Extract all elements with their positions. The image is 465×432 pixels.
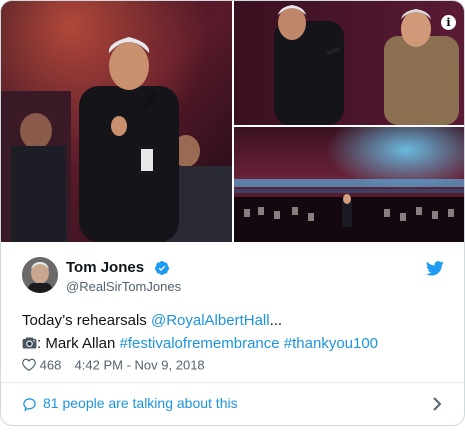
tweet-text: Today’s rehearsals @RoyalAlbertHall... :… <box>22 309 442 355</box>
speech-bubble-icon <box>23 398 36 412</box>
talking-count-label[interactable]: 81 people are talking about this <box>43 395 238 411</box>
tweet-timestamp[interactable]: 4:42 PM - Nov 9, 2018 <box>75 358 205 373</box>
photo-singer-on-stage[interactable] <box>1 1 232 242</box>
divider <box>1 382 464 383</box>
twitter-bird-icon[interactable] <box>426 261 444 276</box>
chevron-right-icon[interactable] <box>432 397 442 411</box>
photo-royal-albert-hall-stage[interactable] <box>234 127 464 242</box>
avatar[interactable] <box>22 257 58 293</box>
tweet-meta: 468 4:42 PM - Nov 9, 2018 <box>22 356 205 374</box>
camera-icon <box>22 337 37 349</box>
tweet-media-grid: i <box>1 1 464 242</box>
author-handle[interactable]: @RealSirTomJones <box>66 279 181 294</box>
tweet-author[interactable]: Tom Jones @RealSirTomJones <box>22 257 446 297</box>
info-icon[interactable]: i <box>441 15 456 30</box>
verified-badge-icon <box>154 261 169 275</box>
tweet-text-plain: Today’s rehearsals <box>22 312 151 329</box>
hashtag-link-1[interactable]: #festivalofremembrance <box>120 335 280 352</box>
photo-credit: : Mark Allan <box>37 335 120 352</box>
hashtag-link-2[interactable]: #thankyou100 <box>284 335 378 352</box>
embedded-tweet-card: i Tom Jones @RealSirTomJones Today’s reh… <box>0 0 465 426</box>
like-count[interactable]: 468 <box>40 358 62 373</box>
mention-link[interactable]: @RoyalAlbertHall <box>151 312 270 329</box>
heart-icon[interactable] <box>22 358 36 371</box>
photo-duet-with-singer[interactable]: i <box>234 1 464 125</box>
author-name[interactable]: Tom Jones <box>66 259 144 276</box>
conversation-link[interactable]: 81 people are talking about this <box>22 394 446 414</box>
tweet-text-ellipsis: ... <box>269 312 283 329</box>
